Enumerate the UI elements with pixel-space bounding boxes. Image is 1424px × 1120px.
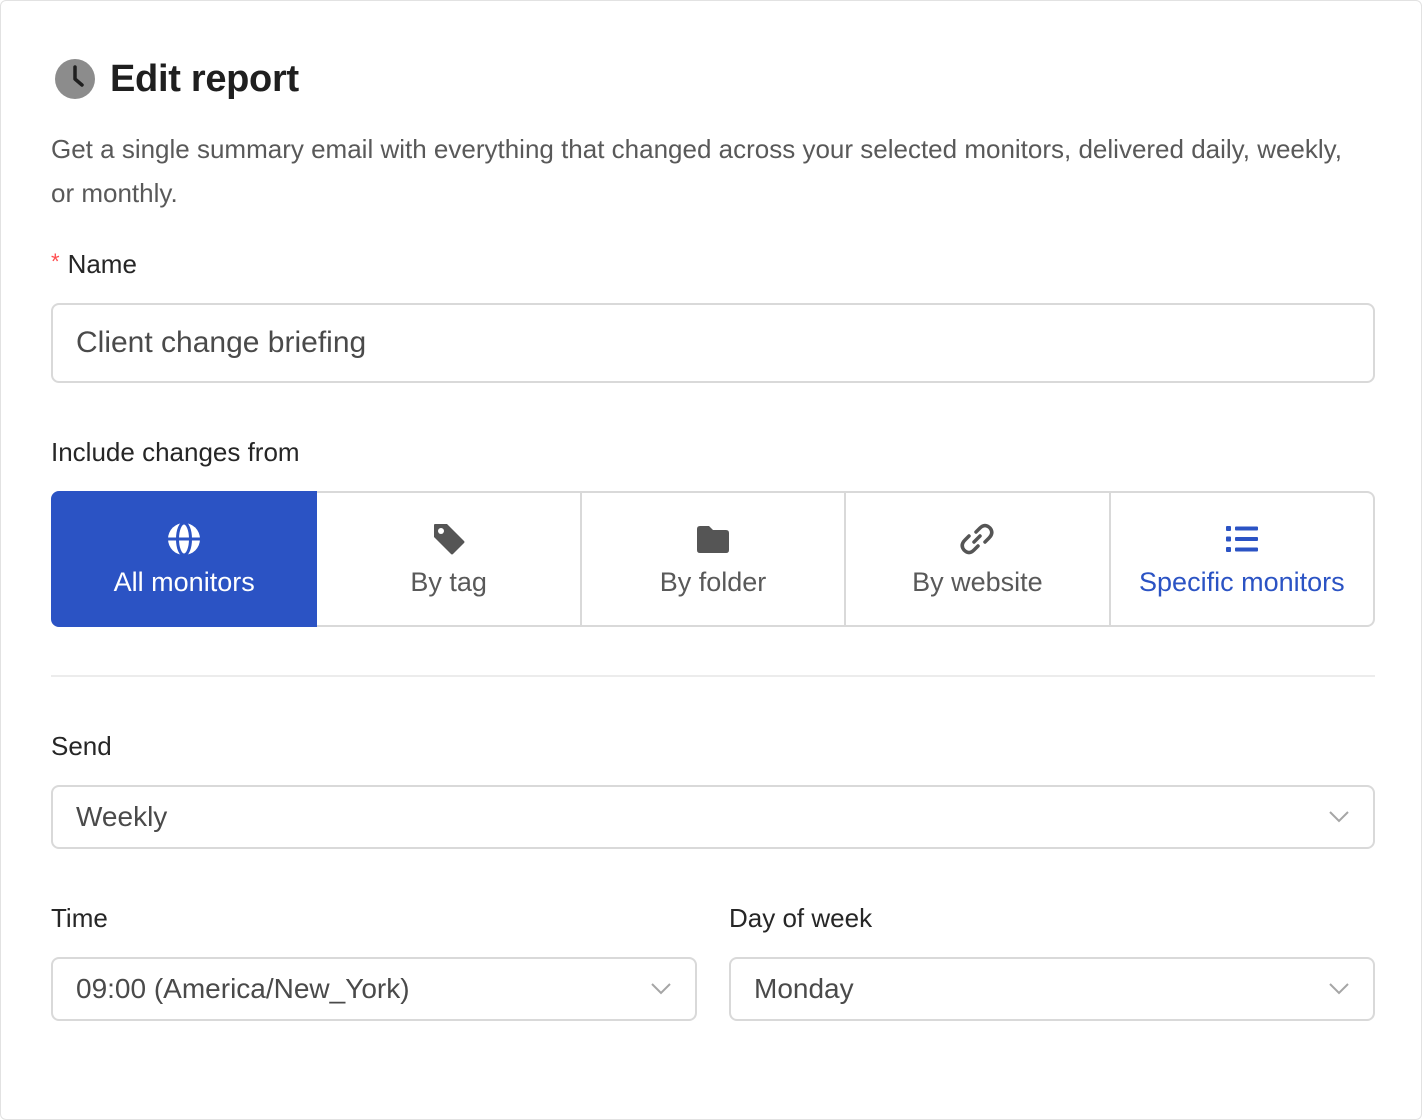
clock-icon	[55, 59, 95, 99]
time-label: Time	[51, 903, 108, 933]
segment-label: By website	[912, 566, 1043, 597]
list-icon	[1225, 525, 1258, 552]
chevron-down-icon	[1329, 983, 1349, 995]
send-label: Send	[51, 731, 112, 761]
tag-icon	[433, 523, 465, 554]
name-label: * Name	[51, 249, 137, 280]
folder-icon	[697, 525, 730, 553]
required-marker: *	[51, 249, 60, 274]
send-select[interactable]: Weekly	[51, 785, 1375, 849]
segment-by-tag[interactable]: By tag	[317, 491, 582, 627]
chevron-down-icon	[1329, 811, 1349, 823]
name-input[interactable]	[51, 303, 1375, 383]
name-label-text: Name	[67, 249, 137, 279]
chevron-down-icon	[651, 983, 671, 995]
include-label: Include changes from	[51, 437, 300, 467]
segment-label: By tag	[410, 566, 487, 597]
header: Edit report	[54, 57, 299, 101]
link-icon	[960, 523, 994, 554]
day-of-week-select-value: Monday	[754, 973, 854, 1004]
segment-label: All monitors	[113, 566, 255, 597]
segment-by-folder[interactable]: By folder	[581, 491, 847, 627]
segment-by-website[interactable]: By website	[846, 491, 1111, 627]
edit-report-panel: Edit report Get a single summary email w…	[0, 0, 1422, 1120]
segment-label: By folder	[659, 566, 767, 597]
send-select-value: Weekly	[76, 801, 168, 832]
day-of-week-label: Day of week	[729, 903, 873, 933]
segment-all-monitors[interactable]: All monitors	[51, 491, 318, 627]
include-segmented-control: All monitors By tag By folder By website	[51, 491, 1376, 627]
day-of-week-select[interactable]: Monday	[729, 957, 1375, 1021]
description: Get a single summary email with everythi…	[51, 134, 1342, 208]
globe-icon	[168, 521, 201, 556]
time-select[interactable]: 09:00 (America/New_York)	[51, 957, 697, 1021]
segment-specific-monitors[interactable]: Specific monitors	[1110, 491, 1376, 627]
time-select-value: 09:00 (America/New_York)	[76, 973, 410, 1004]
page-title: Edit report	[110, 57, 299, 100]
divider	[51, 675, 1375, 677]
segment-label: Specific monitors	[1139, 566, 1345, 597]
